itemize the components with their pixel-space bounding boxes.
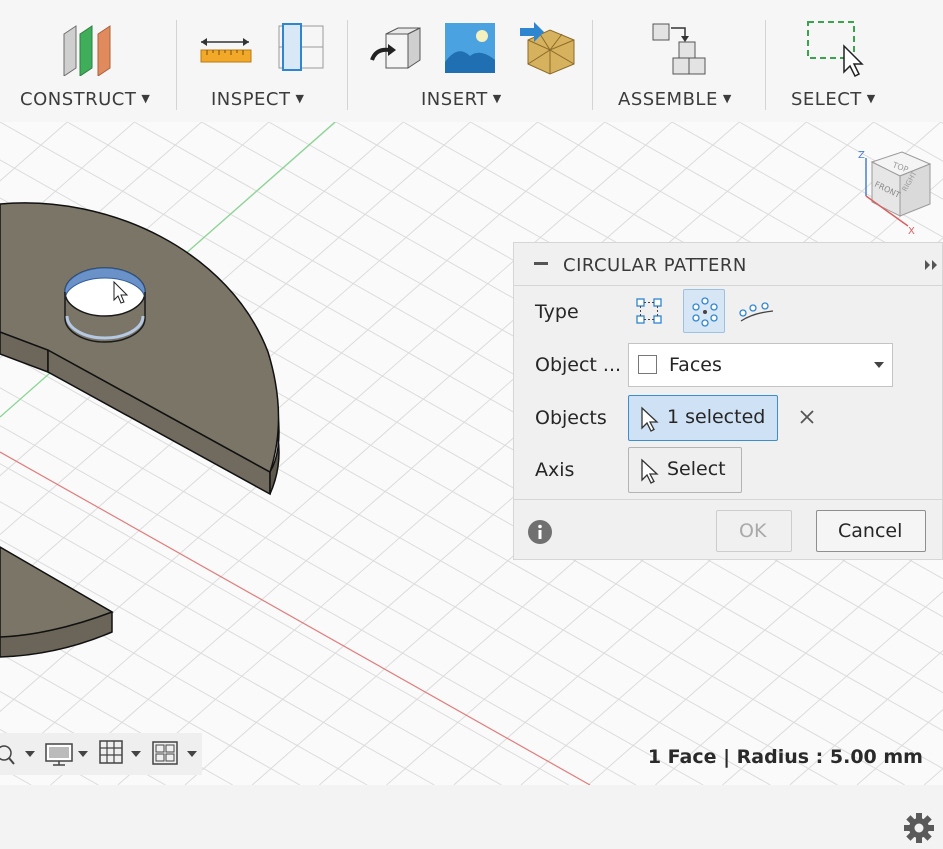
dialog-header[interactable]: CIRCULAR PATTERN [514,243,942,286]
select-cursor-icon [641,406,659,432]
cancel-button[interactable]: Cancel [816,510,926,552]
dialog-title: CIRCULAR PATTERN [563,255,747,276]
circular-pattern-icon [692,297,718,327]
zoom-icon[interactable] [0,741,40,767]
navigation-bar [0,733,202,775]
assemble-joint-icon[interactable] [649,20,709,78]
select-cursor-icon [641,458,659,484]
settings-gear-icon[interactable] [902,811,936,845]
dialog-footer-divider [514,499,942,500]
pattern-on-path-option[interactable] [736,289,778,333]
assemble-label[interactable]: ASSEMBLE ▼ [618,89,732,110]
construct-label[interactable]: CONSTRUCT ▼ [20,89,150,110]
viewports-icon[interactable] [150,739,200,767]
object-type-dropdown[interactable]: Faces [628,343,893,387]
inspect-label[interactable]: INSPECT ▼ [211,89,304,110]
faces-checkbox-icon [638,355,657,374]
object-type-value: Faces [669,354,722,376]
object-type-label: Object ... [535,354,622,376]
axis-z-label: Z [858,150,865,161]
inspect-group[interactable]: INSPECT ▼ [177,0,347,122]
insert-label[interactable]: INSERT ▼ [421,89,502,110]
rectangular-pattern-option[interactable] [628,289,670,333]
insert-group[interactable]: INSERT ▼ [348,0,592,122]
section-analysis-icon[interactable] [277,22,325,72]
select-group[interactable]: SELECT ▼ [766,0,943,122]
circular-pattern-option[interactable] [683,289,725,333]
toolbar: CONSTRUCT ▼ INSPECT ▼ INSERT ▼ ASSEMBLE … [0,0,943,122]
collapse-minus-icon[interactable] [534,261,550,267]
type-label: Type [535,301,579,323]
insert-mesh-icon[interactable] [520,18,578,76]
insert-image-icon[interactable] [444,22,496,74]
model-body-top-face [0,202,280,474]
axis-x-label: X [908,226,915,237]
axis-label: Axis [535,459,575,481]
ok-button[interactable]: OK [716,510,792,552]
measure-ruler-icon[interactable] [199,32,253,66]
expand-dialog-icon[interactable] [924,259,940,271]
construct-planes-icon[interactable] [60,22,116,76]
objects-selection-count: 1 selected [667,406,766,428]
objects-selection-button[interactable]: 1 selected [628,395,778,441]
selection-status-text: 1 Face | Radius : 5.00 mm [647,746,923,768]
rectangular-pattern-icon [636,298,662,324]
axis-select-button[interactable]: Select [628,447,742,493]
circular-pattern-dialog: CIRCULAR PATTERN Type Object ... Faces O… [513,242,943,560]
info-icon[interactable] [527,519,553,545]
pattern-on-path-icon [739,302,774,322]
window-select-icon[interactable] [806,20,864,78]
construct-group[interactable]: CONSTRUCT ▼ [0,0,176,122]
select-label[interactable]: SELECT ▼ [791,89,876,110]
clear-selection-icon[interactable] [800,410,814,424]
objects-label: Objects [535,407,607,429]
insert-derive-icon[interactable] [370,26,424,74]
assemble-group[interactable]: ASSEMBLE ▼ [593,0,765,122]
display-settings-icon[interactable] [44,741,90,767]
ok-button-label: OK [739,520,767,542]
cancel-button-label: Cancel [838,520,903,542]
bottom-bar [0,785,943,849]
axis-select-label: Select [667,458,726,480]
chevron-down-icon [874,362,884,368]
grid-settings-icon[interactable] [98,739,146,767]
